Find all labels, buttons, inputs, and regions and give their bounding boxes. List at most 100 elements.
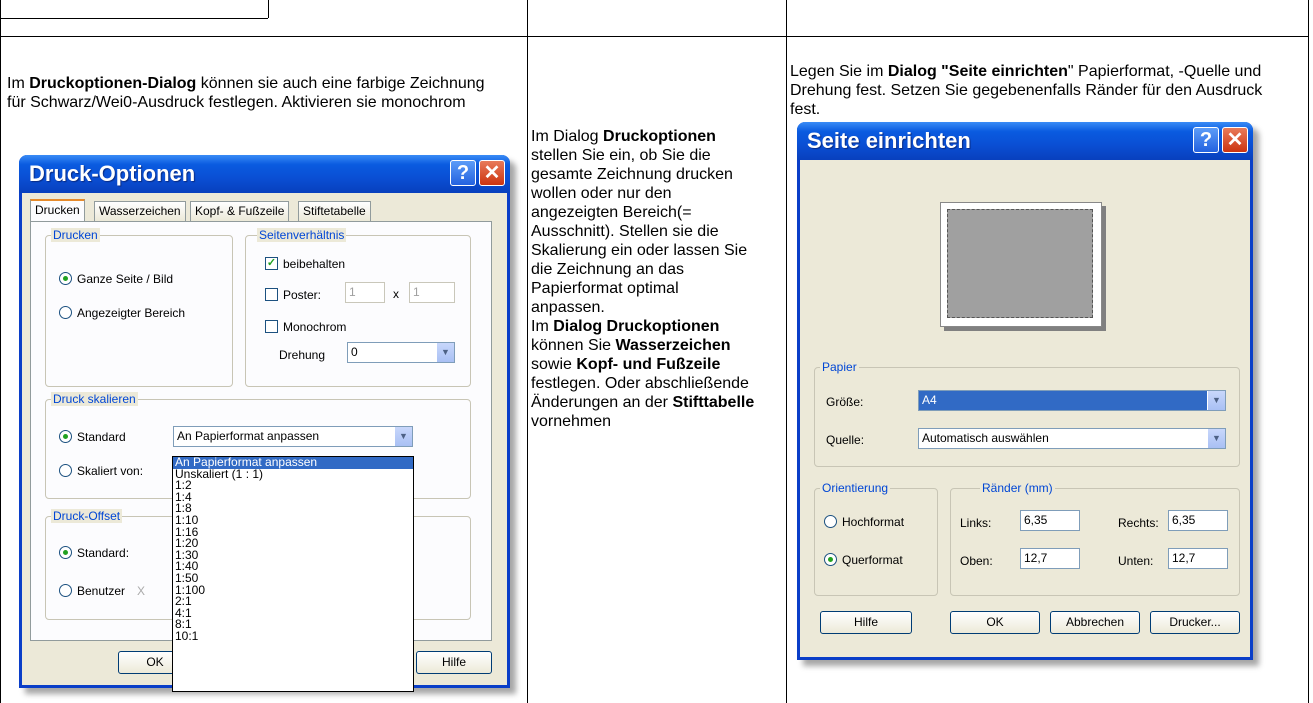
middle-description: Im Dialog Druckoptionen stellen Sie ein,… bbox=[531, 128, 755, 430]
print-dialog-title: Druck-Optionen bbox=[29, 161, 196, 186]
offset-group-label: Druck-Offset bbox=[51, 509, 123, 523]
bottom-margin-label: Unten: bbox=[1118, 554, 1154, 568]
dropdown-option[interactable]: 1:40 bbox=[173, 561, 413, 573]
orientation-group bbox=[814, 488, 938, 596]
right-description: Legen Sie im Dialog "Seite einrichten" P… bbox=[790, 63, 1263, 118]
dropdown-option[interactable]: 4:1 bbox=[173, 607, 413, 620]
dropdown-option[interactable]: 1:2 bbox=[173, 479, 413, 492]
right-margin-input[interactable]: 6,35 bbox=[1168, 510, 1228, 531]
dropdown-option[interactable]: Unskaliert (1 : 1) bbox=[173, 468, 413, 481]
dropdown-option[interactable]: 1:4 bbox=[173, 491, 413, 504]
dropdown-option[interactable]: 1:100 bbox=[173, 584, 413, 597]
paper-group bbox=[814, 367, 1240, 467]
radio-full-page-label: Ganze Seite / Bild bbox=[77, 272, 174, 286]
scale-value: An Papierformat anpassen bbox=[177, 429, 320, 443]
radio-portrait[interactable] bbox=[824, 515, 837, 528]
source-value: Automatisch auswählen bbox=[922, 431, 1049, 445]
checkbox-monochrome[interactable] bbox=[265, 320, 278, 333]
scale-group-label: Druck skalieren bbox=[51, 392, 138, 406]
ok-button[interactable]: OK bbox=[950, 611, 1040, 634]
poster-y-input[interactable]: 1 bbox=[409, 282, 455, 303]
help-icon[interactable]: ? bbox=[450, 160, 476, 186]
dropdown-option[interactable]: 1:50 bbox=[173, 572, 413, 585]
radio-shown-area[interactable] bbox=[59, 306, 72, 319]
margins-group-label: Ränder (mm) bbox=[980, 481, 1055, 495]
chevron-down-icon[interactable]: ▼ bbox=[1207, 391, 1225, 410]
page-dialog-titlebar: Seite einrichten ? ✕ bbox=[797, 122, 1253, 160]
tab-stiftetabelle[interactable]: Stiftetabelle bbox=[298, 201, 371, 221]
margins-group bbox=[950, 488, 1240, 596]
cancel-button[interactable]: Abbrechen bbox=[1050, 611, 1140, 634]
offset-x-label: X bbox=[137, 584, 146, 598]
rotation-value: 0 bbox=[351, 345, 358, 359]
top-margin-label: Oben: bbox=[960, 554, 993, 568]
help-button[interactable]: Hilfe bbox=[416, 651, 492, 674]
column-divider-1 bbox=[527, 0, 528, 703]
dropdown-option[interactable]: 8:1 bbox=[173, 619, 413, 631]
radio-offset-standard-label: Standard: bbox=[77, 546, 130, 560]
dropdown-option[interactable]: 1:16 bbox=[173, 526, 413, 539]
chevron-down-icon[interactable]: ▼ bbox=[394, 427, 412, 446]
dropdown-option[interactable]: 2:1 bbox=[173, 595, 413, 608]
top-cell-bottom bbox=[0, 18, 268, 19]
top-margin-input[interactable]: 12,7 bbox=[1020, 548, 1080, 569]
scale-dropdown-list[interactable]: An Papierformat anpassen Unskaliert (1 :… bbox=[172, 456, 414, 692]
poster-times-label: x bbox=[393, 287, 399, 301]
left-margin-label: Links: bbox=[960, 516, 992, 530]
left-description: Im Druckoptionen-Dialog können sie auch … bbox=[7, 75, 485, 111]
source-select[interactable]: Automatisch auswählen ▼ bbox=[918, 428, 1226, 449]
tab-drucken[interactable]: Drucken bbox=[30, 199, 85, 222]
poster-x-input[interactable]: 1 bbox=[345, 282, 385, 303]
row-divider bbox=[0, 36, 1309, 37]
radio-scale-standard[interactable] bbox=[59, 430, 72, 443]
right-margin-label: Rechts: bbox=[1118, 516, 1159, 530]
rotation-select[interactable]: 0 ▼ bbox=[347, 342, 455, 363]
ratio-group-label: Seitenverhältnis bbox=[257, 228, 347, 242]
radio-landscape[interactable] bbox=[824, 553, 837, 566]
radio-landscape-label: Querformat bbox=[842, 553, 903, 567]
size-select[interactable]: A4 ▼ bbox=[918, 390, 1226, 411]
source-label: Quelle: bbox=[826, 433, 865, 447]
bottom-margin-input[interactable]: 12,7 bbox=[1168, 548, 1228, 569]
dropdown-option[interactable]: 1:8 bbox=[173, 503, 413, 515]
ratio-group bbox=[245, 235, 471, 387]
help-icon[interactable]: ? bbox=[1193, 127, 1219, 153]
radio-offset-user[interactable] bbox=[59, 584, 72, 597]
checkbox-keep-ratio[interactable]: ✓ bbox=[265, 257, 278, 270]
close-icon[interactable]: ✕ bbox=[1222, 127, 1248, 153]
radio-shown-area-label: Angezeigter Bereich bbox=[77, 306, 186, 320]
dropdown-option[interactable]: 1:20 bbox=[173, 537, 413, 550]
chevron-down-icon[interactable]: ▼ bbox=[1207, 429, 1225, 448]
top-cell-divider bbox=[268, 0, 269, 18]
dropdown-option[interactable]: 1:30 bbox=[173, 549, 413, 562]
checkbox-monochrome-label: Monochrom bbox=[283, 320, 347, 334]
page-dialog-title: Seite einrichten bbox=[807, 128, 971, 153]
dropdown-option[interactable]: 10:1 bbox=[173, 630, 413, 643]
checkbox-poster-label: Poster: bbox=[283, 288, 322, 302]
left-margin-input[interactable]: 6,35 bbox=[1020, 510, 1080, 531]
radio-offset-user-label: Benutzer bbox=[77, 584, 126, 598]
tab-wasserzeichen[interactable]: Wasserzeichen bbox=[94, 201, 186, 221]
help-button[interactable]: Hilfe bbox=[820, 611, 912, 634]
radio-scale-standard-label: Standard bbox=[77, 430, 126, 444]
radio-full-page[interactable] bbox=[59, 272, 72, 285]
print-options-dialog: Druck-Optionen ? ✕ Drucken Wasserzeichen… bbox=[19, 155, 510, 692]
page-setup-dialog: Seite einrichten ? ✕ Papier Größe: A4 ▼ … bbox=[797, 122, 1253, 660]
radio-offset-standard[interactable] bbox=[59, 546, 72, 559]
size-value: A4 bbox=[922, 393, 937, 407]
scale-select[interactable]: An Papierformat anpassen ▼ bbox=[173, 426, 413, 447]
checkbox-poster[interactable] bbox=[265, 288, 278, 301]
table-border-right bbox=[1308, 0, 1309, 703]
size-label: Größe: bbox=[826, 395, 864, 409]
dropdown-option[interactable]: 1:10 bbox=[173, 514, 413, 527]
page-preview bbox=[940, 202, 1102, 327]
table-border-left bbox=[0, 0, 1, 703]
close-icon[interactable]: ✕ bbox=[479, 160, 505, 186]
rotation-label: Drehung bbox=[279, 348, 326, 362]
checkbox-keep-ratio-label: beibehalten bbox=[283, 257, 346, 271]
radio-scaled-by[interactable] bbox=[59, 464, 72, 477]
column-divider-2 bbox=[786, 0, 787, 703]
tab-kopf-fusszeile[interactable]: Kopf- & Fußzeile bbox=[190, 201, 290, 221]
printer-button[interactable]: Drucker... bbox=[1150, 611, 1240, 634]
chevron-down-icon[interactable]: ▼ bbox=[436, 343, 454, 362]
